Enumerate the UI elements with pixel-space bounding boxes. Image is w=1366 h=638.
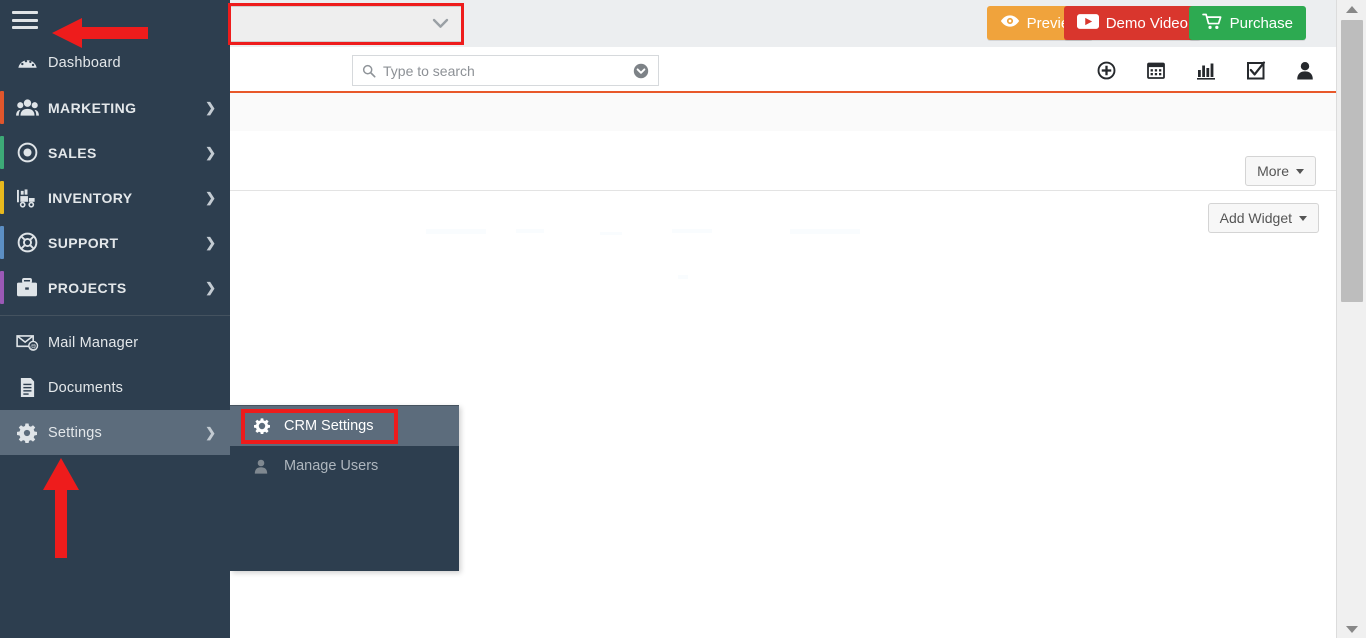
gear-icon <box>254 418 276 434</box>
accent-bar <box>0 271 4 304</box>
chevron-down-icon <box>1299 215 1307 221</box>
sidebar-item-projects[interactable]: PROJECTS ❯ <box>0 265 230 310</box>
sidebar-item-dashboard[interactable]: Dashboard <box>0 40 230 85</box>
accent-bar <box>0 136 4 169</box>
search-icon <box>362 64 376 78</box>
user-icon[interactable] <box>1296 61 1314 80</box>
play-icon <box>1076 13 1099 33</box>
more-button-label: More <box>1257 163 1289 179</box>
sidebar-item-label: Dashboard <box>48 54 121 71</box>
sidebar: Dashboard MARKETING ❯ SALES ❯ INVENTORY … <box>0 0 230 638</box>
toolbar-separator <box>230 190 1336 191</box>
scroll-down-arrow-icon[interactable] <box>1337 620 1366 638</box>
purchase-button[interactable]: Purchase <box>1188 6 1306 40</box>
sidebar-divider <box>0 315 230 316</box>
sidebar-item-label: SALES <box>48 144 97 161</box>
circle-chevron-down-icon[interactable] <box>633 63 649 79</box>
submenu-item-crm-settings[interactable]: CRM Settings <box>230 406 459 446</box>
eye-icon <box>1000 14 1020 32</box>
sidebar-item-label: SUPPORT <box>48 234 119 251</box>
accent-bar <box>0 181 4 214</box>
sidebar-item-mail-manager[interactable]: @ Mail Manager <box>0 320 230 365</box>
accent-bar <box>0 226 4 259</box>
settings-submenu: CRM Settings Manage Users <box>230 405 459 571</box>
chevron-right-icon: ❯ <box>205 424 216 440</box>
chevron-right-icon: ❯ <box>205 189 216 205</box>
sidebar-item-sales[interactable]: SALES ❯ <box>0 130 230 175</box>
users-icon <box>14 98 40 117</box>
sidebar-item-settings[interactable]: Settings ❯ <box>0 410 230 455</box>
lifering-icon <box>14 232 40 253</box>
submenu-item-manage-users[interactable]: Manage Users <box>230 446 459 486</box>
submenu-item-label: Manage Users <box>284 458 379 474</box>
toolbar-icons <box>1097 47 1314 93</box>
chevron-right-icon: ❯ <box>205 99 216 115</box>
document-icon <box>14 377 40 398</box>
sidebar-item-inventory[interactable]: INVENTORY ❯ <box>0 175 230 220</box>
gear-icon <box>14 422 40 443</box>
page-scrollbar[interactable] <box>1336 0 1366 638</box>
bar-chart-icon[interactable] <box>1196 61 1216 80</box>
sidebar-item-label: Mail Manager <box>48 334 139 351</box>
chevron-right-icon: ❯ <box>205 279 216 295</box>
sidebar-item-support[interactable]: SUPPORT ❯ <box>0 220 230 265</box>
checkbox-icon[interactable] <box>1246 60 1266 80</box>
search-toolbar <box>230 47 1336 93</box>
more-button[interactable]: More <box>1245 156 1316 186</box>
svg-text:@: @ <box>30 345 36 351</box>
sidebar-item-documents[interactable]: Documents <box>0 365 230 410</box>
user-icon <box>254 459 276 474</box>
dashboard-icon <box>14 52 40 73</box>
scrollbar-thumb[interactable] <box>1341 20 1363 302</box>
submenu-item-label: CRM Settings <box>284 418 374 434</box>
add-widget-button[interactable]: Add Widget <box>1207 203 1319 233</box>
chevron-down-icon <box>432 16 449 33</box>
chevron-right-icon: ❯ <box>205 234 216 250</box>
purchase-button-label: Purchase <box>1229 14 1293 32</box>
plus-circle-icon[interactable] <box>1097 61 1116 80</box>
module-select[interactable] <box>230 6 463 42</box>
mail-at-icon: @ <box>14 334 40 351</box>
sidebar-item-label: MARKETING <box>48 99 137 116</box>
chevron-right-icon: ❯ <box>205 144 216 160</box>
breadcrumb-band <box>230 93 1336 132</box>
sidebar-item-label: Documents <box>48 379 124 396</box>
briefcase-icon <box>14 278 40 297</box>
demo-video-button-label: Demo Video <box>1105 14 1188 32</box>
scroll-up-arrow-icon[interactable] <box>1337 0 1366 18</box>
demo-video-button[interactable]: Demo Video <box>1063 6 1201 40</box>
cart-icon <box>1201 13 1223 34</box>
sidebar-item-label: PROJECTS <box>48 279 127 296</box>
sidebar-item-label: Settings <box>48 424 102 441</box>
chevron-down-icon <box>1296 168 1304 174</box>
sidebar-item-marketing[interactable]: MARKETING ❯ <box>0 85 230 130</box>
sidebar-toggle[interactable] <box>0 0 230 40</box>
target-icon <box>14 142 40 163</box>
application-window: More Add Widget Type to search Preview D… <box>0 0 1366 638</box>
search-box[interactable] <box>352 55 659 86</box>
truck-icon <box>14 188 40 208</box>
search-input[interactable] <box>383 62 633 79</box>
accent-bar <box>0 91 4 124</box>
top-bar: Preview Demo Video Purchase <box>230 0 1336 47</box>
add-widget-button-label: Add Widget <box>1219 210 1292 226</box>
sidebar-item-label: INVENTORY <box>48 189 133 206</box>
hamburger-menu-icon[interactable] <box>12 11 38 29</box>
calendar-icon[interactable] <box>1146 60 1166 80</box>
